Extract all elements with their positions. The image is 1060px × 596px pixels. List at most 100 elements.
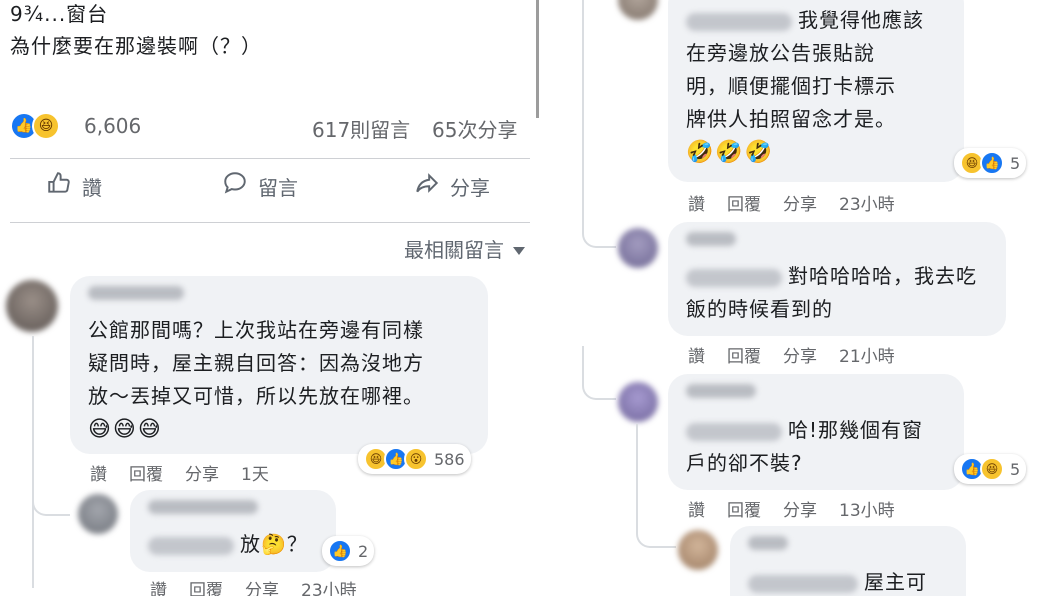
replies-panel: 我覺得他應該 在旁邊放公告張貼說 明，順便擺個打卡標示 牌供人拍照留念才是。 🤣…: [570, 0, 1060, 596]
comment-button-label: 留言: [258, 175, 298, 200]
mentioned-name[interactable]: [686, 422, 782, 441]
thread-connector: [32, 490, 70, 516]
commenter-name[interactable]: [686, 12, 792, 31]
like-button[interactable]: 讚: [46, 170, 102, 202]
comment-reactions-badge[interactable]: 😆 👍 5: [954, 148, 1027, 178]
comment-reactions-badge[interactable]: 👍 2: [322, 536, 375, 566]
comment-actions: 讚 回覆 分享 23小時: [150, 576, 357, 596]
commenter-name[interactable]: [148, 500, 258, 514]
comment-reactions-badge[interactable]: 😆 👍 😮 586: [358, 444, 471, 474]
haha-reaction-icon: 😆: [32, 112, 60, 140]
timestamp[interactable]: 23小時: [301, 576, 357, 596]
comment-actions: 讚 回覆 分享 21小時: [688, 342, 895, 367]
share-button-label: 分享: [450, 175, 490, 200]
caret-down-icon: [512, 237, 526, 261]
share-link[interactable]: 分享: [783, 496, 817, 521]
timestamp[interactable]: 23小時: [839, 190, 895, 215]
divider: [10, 222, 530, 223]
mentioned-name[interactable]: [748, 574, 858, 593]
comment-bubble-icon: [222, 170, 248, 202]
commenter-name[interactable]: [686, 384, 756, 398]
timestamp[interactable]: 1天: [241, 460, 269, 485]
divider: [10, 158, 530, 159]
sort-label: 最相關留言: [404, 238, 504, 262]
comment-line: 在旁邊放公告張貼說: [686, 41, 875, 65]
comments-count[interactable]: 617則留言: [312, 114, 410, 143]
commenter-name[interactable]: [748, 536, 788, 550]
comment-line: 疑問時，屋主親自回答：因為沒地方: [88, 351, 424, 375]
reaction-count: 5: [1010, 153, 1021, 173]
thread-line: [32, 336, 34, 588]
share-link[interactable]: 分享: [185, 460, 219, 485]
reply-link[interactable]: 回覆: [189, 576, 223, 596]
like-link[interactable]: 讚: [90, 460, 107, 485]
comment-bubble: 放🤔？: [130, 490, 336, 572]
avatar[interactable]: [6, 280, 58, 332]
avatar[interactable]: [618, 228, 658, 268]
comment-line: 戶的卻不裝?: [686, 451, 803, 475]
comment-line: 屋主可: [864, 570, 927, 594]
comment-bubble: 我覺得他應該 在旁邊放公告張貼說 明，順便擺個打卡標示 牌供人拍照留念才是。 🤣…: [668, 0, 964, 182]
comment-line: 哈!那幾個有窗: [788, 418, 924, 442]
reply-link[interactable]: 回覆: [129, 460, 163, 485]
post-text-line-1: 9¾...窗台: [10, 2, 109, 26]
commenter-name[interactable]: [88, 286, 184, 300]
comment-reactions-badge[interactable]: 👍 😆 5: [954, 454, 1027, 484]
thread-line: [582, 0, 584, 230]
avatar[interactable]: [618, 0, 658, 20]
comment-line-row: 哈!那幾個有窗: [686, 414, 923, 447]
mentioned-name[interactable]: [148, 536, 234, 555]
comment-emoji: 😅😅😅: [88, 417, 163, 442]
comment-line: 放～丟掉又可惜，所以先放在哪裡。: [88, 384, 424, 408]
like-button-label: 讚: [82, 175, 102, 200]
share-arrow-icon: [414, 170, 440, 202]
share-link[interactable]: 分享: [783, 190, 817, 215]
comment-line-row: 對哈哈哈哈，我去吃: [686, 260, 977, 293]
reaction-count[interactable]: 6,606: [84, 114, 141, 138]
comment-bubble: 公館那間嗎？上次我站在旁邊有同樣 疑問時，屋主親自回答：因為沒地方 放～丟掉又可…: [70, 276, 488, 454]
thread-connector: [582, 346, 616, 400]
avatar[interactable]: [78, 494, 118, 534]
like-link[interactable]: 讚: [688, 496, 705, 521]
comment-emoji: 🤣🤣🤣: [686, 140, 775, 165]
thumbs-up-icon: [46, 170, 72, 202]
reaction-count: 586: [434, 449, 465, 469]
timestamp[interactable]: 13小時: [839, 496, 895, 521]
reaction-count: 2: [358, 541, 369, 561]
reply-link[interactable]: 回覆: [727, 342, 761, 367]
comment-line: 放🤔？: [240, 532, 308, 556]
thread-connector: [582, 220, 616, 248]
like-link[interactable]: 讚: [688, 342, 705, 367]
thread-connector: [636, 520, 676, 548]
reply-link[interactable]: 回覆: [727, 496, 761, 521]
mentioned-name[interactable]: [686, 268, 782, 287]
post-reactions-summary[interactable]: 👍 😆 6,606 617則留言 65次分享: [10, 108, 530, 148]
panel-gap: [540, 0, 570, 596]
post-text-line-2: 為什麼要在那邊裝啊（？）: [10, 34, 262, 58]
comment-button[interactable]: 留言: [222, 170, 298, 202]
comment-bubble: 哈!那幾個有窗 戶的卻不裝?: [668, 374, 964, 490]
comment-line: 牌供人拍照留念才是。: [686, 107, 896, 131]
comment-line-row: 放🤔？: [148, 528, 308, 561]
comment-sort-dropdown[interactable]: 最相關留言: [404, 234, 526, 263]
timestamp[interactable]: 21小時: [839, 342, 895, 367]
like-link[interactable]: 讚: [150, 576, 167, 596]
share-button[interactable]: 分享: [414, 170, 490, 202]
shares-count[interactable]: 65次分享: [432, 114, 517, 143]
comment-line: 我覺得他應該: [798, 8, 924, 32]
like-link[interactable]: 讚: [688, 190, 705, 215]
comment-line: 公館那間嗎？上次我站在旁邊有同樣: [88, 318, 424, 342]
avatar[interactable]: [678, 530, 718, 570]
post-panel: 9¾...窗台 為什麼要在那邊裝啊（？） 👍 😆 6,606 617則留言 65…: [0, 0, 540, 596]
comment-bubble: 對哈哈哈哈，我去吃 飯的時候看到的: [668, 222, 1006, 336]
share-link[interactable]: 分享: [783, 342, 817, 367]
scrollbar[interactable]: [536, 0, 539, 118]
haha-reaction-icon: 😆: [980, 457, 1004, 481]
commenter-name[interactable]: [686, 232, 736, 246]
like-reaction-icon: 👍: [328, 539, 352, 563]
reply-link[interactable]: 回覆: [727, 190, 761, 215]
comment-line: 明，順便擺個打卡標示: [686, 74, 896, 98]
share-link[interactable]: 分享: [245, 576, 279, 596]
comment-line-row: 屋主可: [748, 566, 927, 596]
avatar[interactable]: [618, 382, 658, 422]
